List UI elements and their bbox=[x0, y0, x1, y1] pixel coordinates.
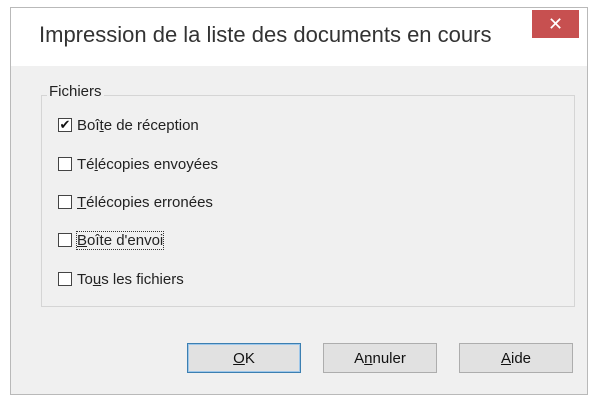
dialog-title: Impression de la liste des documents en … bbox=[39, 22, 492, 47]
close-button[interactable]: ✕ bbox=[532, 10, 579, 38]
title-bar: Impression de la liste des documents en … bbox=[11, 8, 587, 66]
dialog-body: Fichiers ✔ Boîte de réception Télécopies… bbox=[11, 66, 587, 394]
print-list-dialog: Impression de la liste des documents en … bbox=[10, 7, 588, 395]
ok-button[interactable]: OK bbox=[187, 343, 301, 373]
checkmark-icon: ✔ bbox=[59, 117, 71, 133]
all-files-label: Tous les fichiers bbox=[77, 270, 184, 288]
failed-faxes-checkbox-row[interactable]: Télécopies erronées bbox=[58, 192, 213, 212]
help-button[interactable]: Aide bbox=[459, 343, 573, 373]
all-files-checkbox-row[interactable]: Tous les fichiers bbox=[58, 269, 184, 289]
files-group-label: Fichiers bbox=[47, 83, 104, 100]
outbox-checkbox-row[interactable]: Boîte d'envoi bbox=[58, 230, 165, 250]
all-files-checkbox[interactable] bbox=[58, 272, 72, 286]
inbox-checkbox-row[interactable]: ✔ Boîte de réception bbox=[58, 115, 199, 135]
inbox-label: Boîte de réception bbox=[77, 116, 199, 134]
close-icon: ✕ bbox=[547, 13, 564, 35]
failed-faxes-label: Télécopies erronées bbox=[77, 193, 213, 211]
failed-faxes-checkbox[interactable] bbox=[58, 195, 72, 209]
sent-faxes-checkbox-row[interactable]: Télécopies envoyées bbox=[58, 154, 218, 174]
outbox-checkbox[interactable] bbox=[58, 233, 72, 247]
sent-faxes-label: Télécopies envoyées bbox=[77, 155, 218, 173]
sent-faxes-checkbox[interactable] bbox=[58, 157, 72, 171]
cancel-button[interactable]: An nuler bbox=[323, 343, 437, 373]
inbox-checkbox[interactable]: ✔ bbox=[58, 118, 72, 132]
outbox-label: Boîte d'envoi bbox=[75, 230, 165, 250]
